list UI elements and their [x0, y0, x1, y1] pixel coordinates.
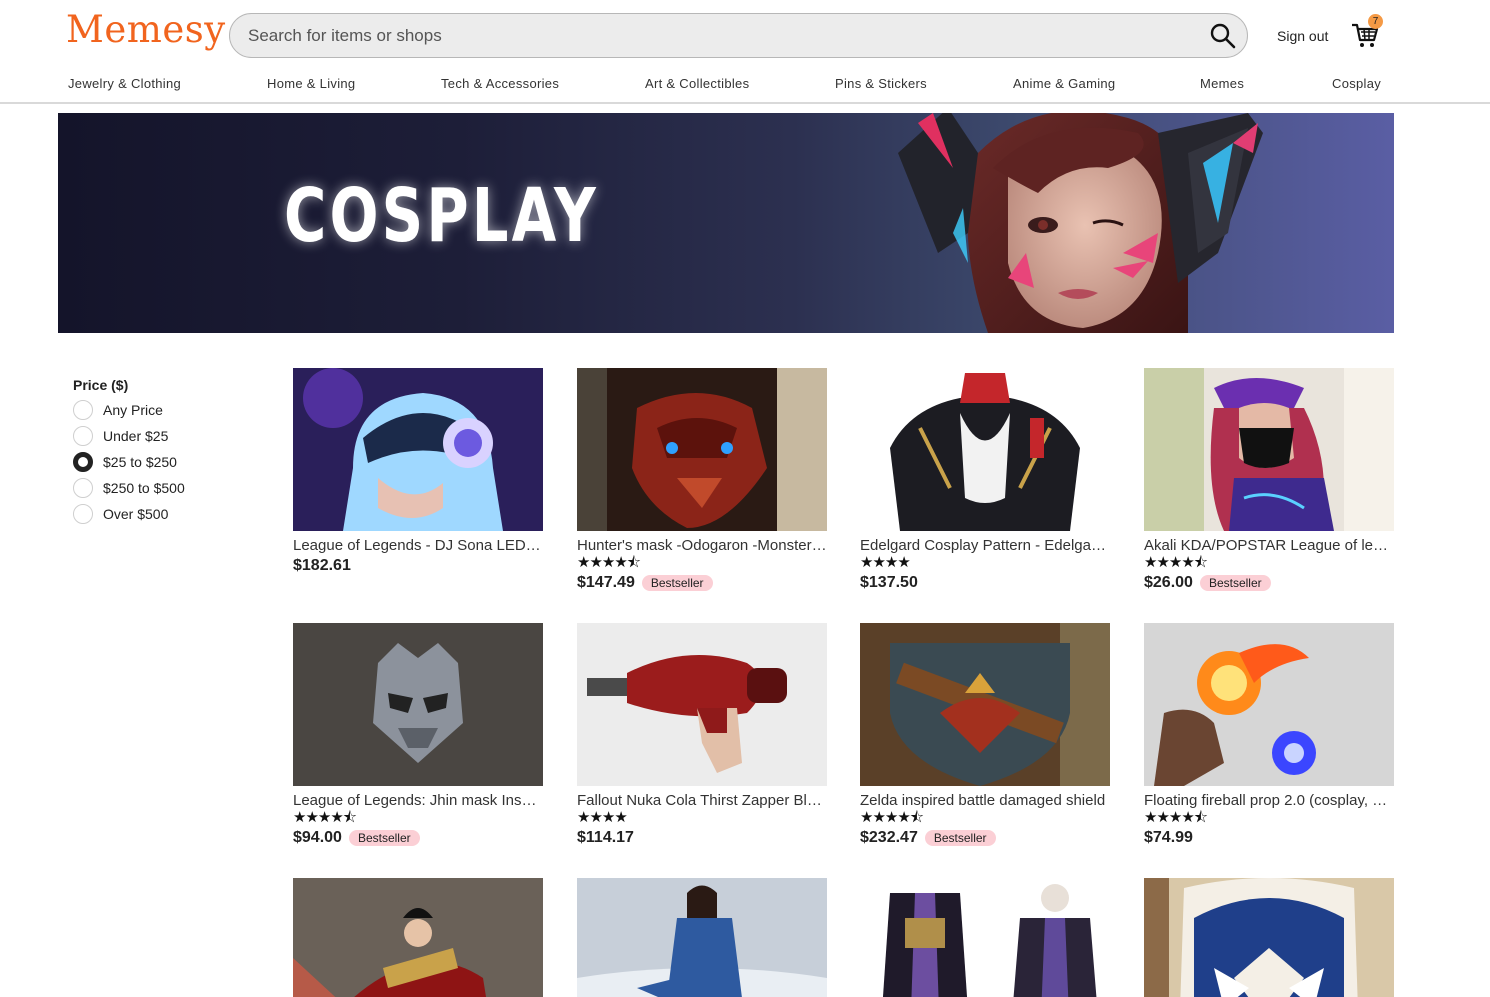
- nav-art-collectibles[interactable]: Art & Collectibles: [645, 76, 749, 91]
- rating-stars: ★★★★: [860, 554, 911, 571]
- search-icon[interactable]: [1209, 22, 1237, 50]
- price-row: $114.17: [577, 829, 827, 847]
- nav-pins-stickers[interactable]: Pins & Stickers: [835, 76, 927, 91]
- rating-stars: ★★★★⯪: [293, 809, 357, 826]
- nav-jewelry-clothing[interactable]: Jewelry & Clothing: [68, 76, 181, 91]
- bestseller-badge: Bestseller: [924, 830, 996, 846]
- banner-title: COSPLAY: [284, 173, 599, 259]
- product-card[interactable]: Fallout Nuka Cola Thirst Zapper Blaster …: [577, 623, 827, 847]
- cart-count-badge: 7: [1368, 14, 1383, 29]
- price-row: $74.99: [1144, 829, 1394, 847]
- product-card[interactable]: [1144, 878, 1394, 997]
- rating-stars: ★★★★⯪: [860, 809, 924, 826]
- product-name[interactable]: League of Legends - DJ Sona LED Helmet: [293, 537, 543, 554]
- product-name[interactable]: Edelgard Cosplay Pattern - Edelgard von …: [860, 537, 1110, 554]
- product-price: $114.17: [577, 829, 634, 846]
- product-price: $182.61: [293, 557, 351, 574]
- radio-label: Under $25: [103, 428, 169, 444]
- nav-memes[interactable]: Memes: [1200, 76, 1244, 91]
- product-image[interactable]: [293, 623, 543, 786]
- product-image[interactable]: [860, 368, 1110, 531]
- radio-label: $250 to $500: [103, 480, 185, 496]
- radio-button[interactable]: [73, 400, 93, 420]
- product-name[interactable]: Floating fireball prop 2.0 (cosplay, LAR…: [1144, 792, 1394, 809]
- product-price: $137.50: [860, 574, 918, 591]
- product-price: $94.00: [293, 829, 342, 846]
- product-image[interactable]: [860, 623, 1110, 786]
- radio-button[interactable]: [73, 478, 93, 498]
- product-card[interactable]: Hunter's mask -Odogaron -Monster Hunter …: [577, 368, 827, 592]
- product-price: $147.49: [577, 574, 635, 591]
- bestseller-badge: Bestseller: [348, 830, 420, 846]
- radio-button[interactable]: [73, 426, 93, 446]
- sign-out-link[interactable]: Sign out: [1277, 28, 1328, 44]
- rating-stars: ★★★★⯪: [1144, 809, 1208, 826]
- price-option-any[interactable]: Any Price: [73, 399, 163, 421]
- product-card[interactable]: Edelgard Cosplay Pattern - Edelgard von …: [860, 368, 1110, 592]
- nav-home-living[interactable]: Home & Living: [267, 76, 355, 91]
- price-row: $232.47 Bestseller: [860, 829, 1110, 847]
- product-card[interactable]: Zelda inspired battle damaged shield ★★★…: [860, 623, 1110, 847]
- product-card[interactable]: [860, 878, 1110, 997]
- product-price: $232.47: [860, 829, 918, 846]
- radio-button-selected[interactable]: [73, 452, 93, 472]
- product-card[interactable]: League of Legends: Jhin mask Inspired ★★…: [293, 623, 543, 847]
- bestseller-badge: Bestseller: [641, 575, 713, 591]
- price-filter-title: Price ($): [73, 377, 129, 393]
- product-price: $74.99: [1144, 829, 1193, 846]
- rating-stars: ★★★★: [577, 809, 628, 826]
- product-card[interactable]: League of Legends - DJ Sona LED Helmet $…: [293, 368, 543, 575]
- nav-anime-gaming[interactable]: Anime & Gaming: [1013, 76, 1115, 91]
- radio-label: Over $500: [103, 506, 169, 522]
- product-name[interactable]: League of Legends: Jhin mask Inspired: [293, 792, 543, 809]
- price-row: $182.61: [293, 557, 543, 575]
- nav-tech-accessories[interactable]: Tech & Accessories: [441, 76, 559, 91]
- rating-stars: ★★★★⯪: [577, 554, 641, 571]
- price-row: $147.49 Bestseller: [577, 574, 827, 592]
- category-nav: Jewelry & Clothing Home & Living Tech & …: [0, 70, 1490, 104]
- radio-button[interactable]: [73, 504, 93, 524]
- category-banner: COSPLAY: [58, 113, 1394, 333]
- product-name[interactable]: Hunter's mask -Odogaron -Monster Hunter: [577, 537, 827, 554]
- product-image[interactable]: [860, 878, 1110, 997]
- price-option-under-25[interactable]: Under $25: [73, 425, 168, 447]
- product-price: $26.00: [1144, 574, 1193, 591]
- price-option-25-250[interactable]: $25 to $250: [73, 451, 177, 473]
- product-image[interactable]: [1144, 623, 1394, 786]
- banner-cosplayer-image: [898, 113, 1263, 333]
- bestseller-badge: Bestseller: [1199, 575, 1271, 591]
- price-option-over-500[interactable]: Over $500: [73, 503, 168, 525]
- product-card[interactable]: Floating fireball prop 2.0 (cosplay, LAR…: [1144, 623, 1394, 847]
- radio-label: $25 to $250: [103, 454, 177, 470]
- price-row: $137.50: [860, 574, 1110, 592]
- product-name[interactable]: Fallout Nuka Cola Thirst Zapper Blaster: [577, 792, 827, 809]
- product-image[interactable]: [1144, 368, 1394, 531]
- product-image[interactable]: [1144, 878, 1394, 997]
- nav-cosplay[interactable]: Cosplay: [1332, 76, 1381, 91]
- product-image[interactable]: [293, 878, 543, 997]
- product-card[interactable]: [577, 878, 827, 997]
- product-image[interactable]: [577, 623, 827, 786]
- search-input[interactable]: [248, 14, 1188, 57]
- product-image[interactable]: [293, 368, 543, 531]
- price-row: $26.00 Bestseller: [1144, 574, 1394, 592]
- product-card[interactable]: Akali KDA/POPSTAR League of legends ★★★★…: [1144, 368, 1394, 592]
- product-name[interactable]: Zelda inspired battle damaged shield: [860, 792, 1110, 809]
- price-option-250-500[interactable]: $250 to $500: [73, 477, 185, 499]
- rating-stars: ★★★★⯪: [1144, 554, 1208, 571]
- site-logo[interactable]: Memesy: [66, 8, 226, 51]
- product-card[interactable]: [293, 878, 543, 997]
- product-image[interactable]: [577, 368, 827, 531]
- radio-label: Any Price: [103, 402, 163, 418]
- search-bar[interactable]: [229, 13, 1248, 58]
- product-image[interactable]: [577, 878, 827, 997]
- price-row: $94.00 Bestseller: [293, 829, 543, 847]
- product-name[interactable]: Akali KDA/POPSTAR League of legends: [1144, 537, 1394, 554]
